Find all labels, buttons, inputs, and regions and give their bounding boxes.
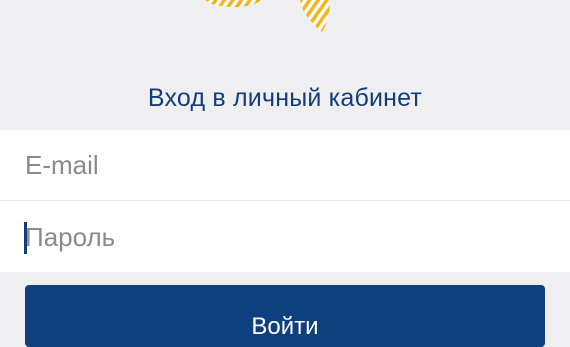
logo-area — [0, 0, 570, 70]
page-title: Вход в личный кабинет — [147, 84, 423, 112]
text-caret — [24, 222, 27, 254]
password-field[interactable] — [0, 202, 570, 272]
login-form — [0, 130, 570, 272]
email-field[interactable] — [0, 130, 570, 200]
login-button[interactable]: Войти — [25, 285, 545, 347]
field-divider — [0, 200, 570, 201]
brand-logo-icon — [205, 0, 330, 32]
